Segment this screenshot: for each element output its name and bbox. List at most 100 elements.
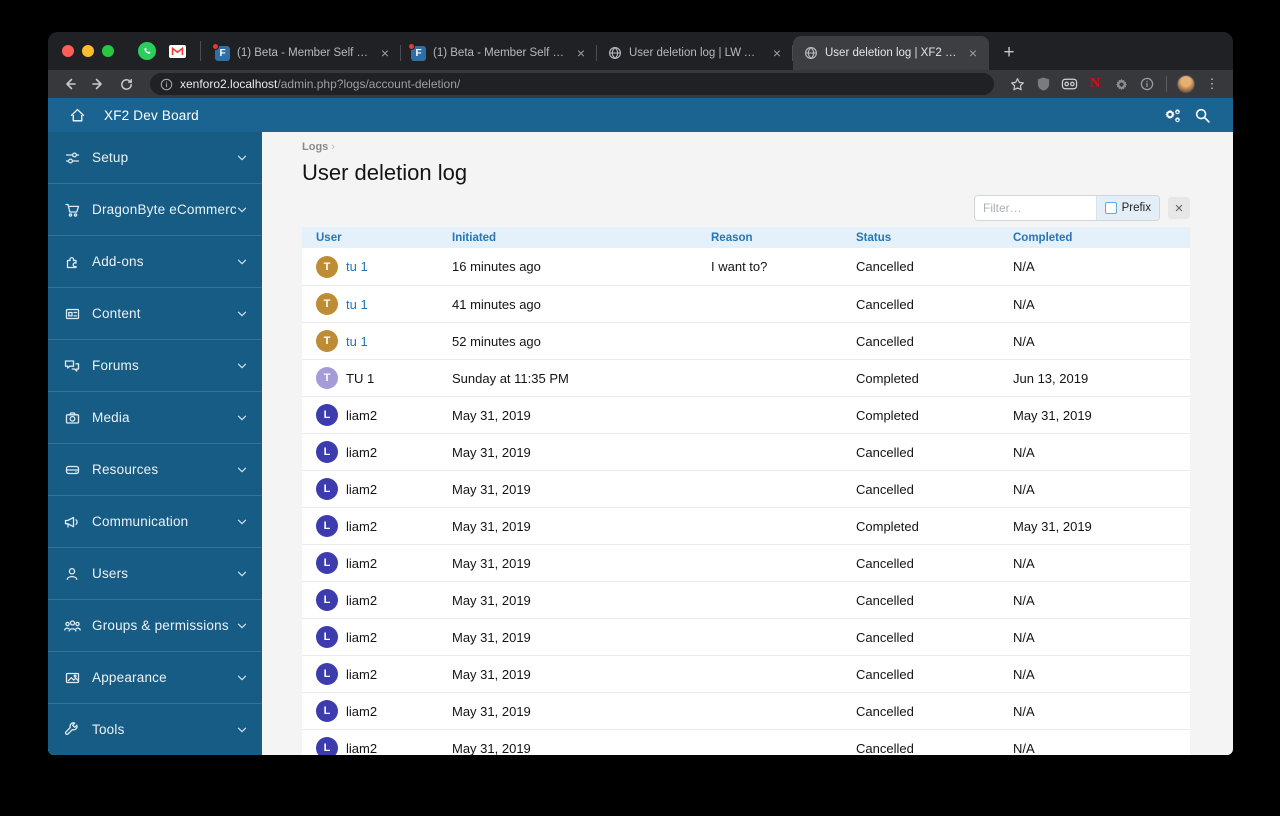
netflix-extension-icon[interactable]: N [1084, 73, 1106, 95]
zoom-window-button[interactable] [102, 45, 114, 57]
sidebar-item-resources[interactable]: Resources [48, 444, 262, 496]
address-bar[interactable]: xenforo2.localhost/admin.php?logs/accoun… [150, 73, 994, 95]
user-avatar: L [316, 737, 338, 755]
whatsapp-pinned-tab[interactable] [138, 42, 156, 60]
forward-button[interactable] [86, 72, 110, 96]
ublock-extension-icon[interactable] [1032, 73, 1054, 95]
users-group-icon [62, 617, 82, 634]
sidebar-item-users[interactable]: Users [48, 548, 262, 600]
prefix-label: Prefix [1121, 202, 1151, 214]
xenforo-favicon-icon: F [408, 42, 426, 61]
user-cell: Lliam2 [316, 478, 452, 500]
profile-avatar[interactable] [1175, 73, 1197, 95]
sidebar-item-appearance[interactable]: Appearance [48, 652, 262, 704]
admin-body: Setup DragonByte eCommerce Add-ons Content F… [48, 132, 1233, 755]
sidebar-item-tools[interactable]: Tools [48, 704, 262, 755]
username: liam2 [346, 407, 378, 423]
sidebar-item-add-ons[interactable]: Add-ons [48, 236, 262, 288]
status-cell: Completed [856, 370, 919, 386]
chevron-down-icon [236, 256, 248, 268]
profile-avatar-image [1177, 75, 1195, 93]
username: liam2 [346, 629, 378, 645]
completed-cell: N/A [1013, 629, 1035, 645]
sidebar-item-label: Communication [92, 514, 189, 529]
site-info-icon[interactable] [160, 78, 173, 91]
table-row: Lliam2 May 31, 2019 Completed May 31, 2019 [302, 507, 1190, 544]
tab-title: (1) Beta - Member Self Delete [433, 47, 566, 59]
tampermonkey-extension-icon[interactable] [1110, 73, 1132, 95]
browser-tab[interactable]: User deletion log | LW Addons × [597, 36, 793, 70]
bookmark-star-icon[interactable] [1006, 73, 1028, 95]
globe-favicon-icon [803, 46, 818, 61]
sliders-icon [62, 149, 82, 166]
chevron-down-icon [236, 204, 248, 216]
goggles-extension-icon[interactable] [1058, 73, 1080, 95]
tab-close-icon[interactable]: × [377, 44, 393, 62]
chevron-down-icon [236, 412, 248, 424]
filter-input[interactable] [975, 196, 1096, 220]
reload-button[interactable] [114, 72, 138, 96]
newspaper-icon [62, 305, 82, 322]
sidebar-item-label: Add-ons [92, 254, 144, 269]
user-avatar: L [316, 589, 338, 611]
admin-settings-gears-icon[interactable] [1157, 100, 1187, 130]
tab-close-icon[interactable]: × [965, 44, 981, 62]
new-tab-button[interactable]: + [995, 39, 1023, 67]
board-title[interactable]: XF2 Dev Board [104, 108, 199, 123]
home-icon[interactable] [64, 102, 90, 128]
completed-cell: N/A [1013, 555, 1035, 571]
username-link[interactable]: tu 1 [346, 334, 368, 349]
breadcrumb-logs-link[interactable]: Logs [302, 141, 328, 153]
browser-tab[interactable]: F (1) Beta - Member Self Delete × [205, 36, 401, 70]
user-avatar: L [316, 441, 338, 463]
chevron-down-icon [236, 516, 248, 528]
sidebar-item-media[interactable]: Media [48, 392, 262, 444]
sidebar-item-label: Setup [92, 150, 129, 165]
initiated-cell: 52 minutes ago [452, 333, 541, 349]
tab-close-icon[interactable]: × [573, 44, 589, 62]
prefix-toggle[interactable]: Prefix [1095, 196, 1159, 220]
sidebar-item-setup[interactable]: Setup [48, 132, 262, 184]
user-cell: Lliam2 [316, 404, 452, 426]
notification-dot [408, 42, 415, 50]
minimize-window-button[interactable] [82, 45, 94, 57]
browser-menu-icon[interactable]: ⋮ [1201, 73, 1223, 95]
macos-window-controls [48, 32, 128, 70]
sidebar-item-label: Groups & permissions [92, 618, 229, 633]
table-row: Ttu 1 52 minutes ago Cancelled N/A [302, 322, 1190, 359]
info-extension-icon[interactable] [1136, 73, 1158, 95]
username-link[interactable]: tu 1 [346, 297, 368, 312]
filter-close-icon[interactable]: × [1168, 197, 1190, 219]
whatsapp-icon [138, 42, 156, 60]
sidebar-item-content[interactable]: Content [48, 288, 262, 340]
username: liam2 [346, 740, 378, 756]
back-button[interactable] [58, 72, 82, 96]
user-avatar: L [316, 626, 338, 648]
username-link[interactable]: tu 1 [346, 259, 368, 274]
tab-close-icon[interactable]: × [769, 44, 785, 62]
user-avatar: T [316, 330, 338, 352]
status-cell: Cancelled [856, 629, 914, 645]
user-cell: Ttu 1 [316, 255, 452, 278]
sidebar-item-groups-permissions[interactable]: Groups & permissions [48, 600, 262, 652]
pinned-tabs [128, 32, 196, 70]
table-row: Lliam2 May 31, 2019 Cancelled N/A [302, 581, 1190, 618]
megaphone-icon [62, 513, 82, 530]
page-title: User deletion log [302, 160, 468, 185]
sidebar-item-communication[interactable]: Communication [48, 496, 262, 548]
table-row: Ttu 1 41 minutes ago Cancelled N/A [302, 285, 1190, 322]
gmail-icon [168, 44, 186, 58]
user-cell: Lliam2 [316, 626, 452, 648]
prefix-checkbox[interactable] [1104, 202, 1117, 214]
browser-tab[interactable]: User deletion log | XF2 Dev Bo × [793, 36, 989, 70]
sidebar-item-label: Resources [92, 462, 159, 477]
browser-tab[interactable]: F (1) Beta - Member Self Delete × [401, 36, 597, 70]
sidebar-item-dragonbyte-ecommerce[interactable]: DragonByte eCommerce [48, 184, 262, 236]
gmail-pinned-tab[interactable] [168, 42, 186, 60]
admin-search-icon[interactable] [1187, 100, 1217, 130]
initiated-cell: May 31, 2019 [452, 629, 531, 645]
close-window-button[interactable] [62, 45, 74, 57]
chevron-down-icon [236, 620, 248, 632]
initiated-cell: May 31, 2019 [452, 444, 531, 460]
sidebar-item-forums[interactable]: Forums [48, 340, 262, 392]
